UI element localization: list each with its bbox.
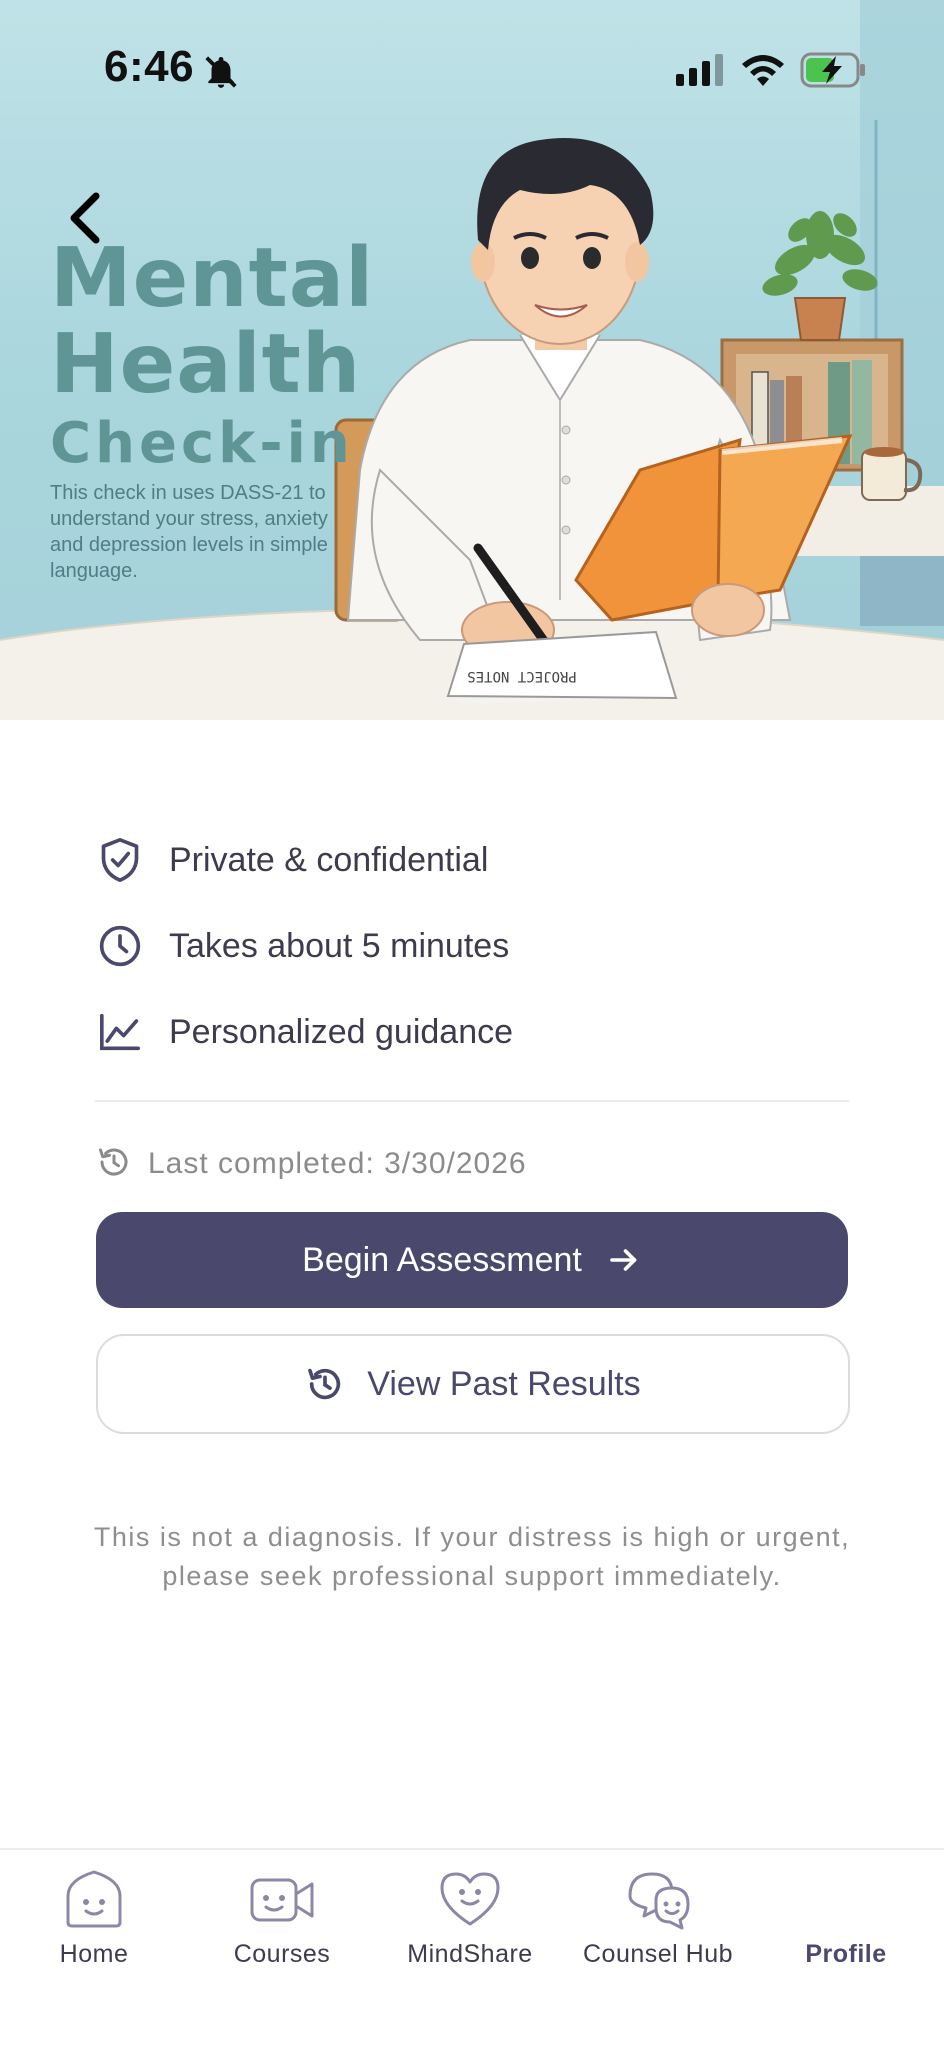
history-icon xyxy=(96,1144,132,1185)
cellular-signal-icon xyxy=(676,54,723,86)
feature-label: Personalized guidance xyxy=(169,1012,514,1051)
paper-text-line1: PROJECT NOTES xyxy=(467,668,577,684)
hero-banner: PROJECT NOTES 6:46 Mental Health Check-i… xyxy=(0,0,944,720)
disclaimer: This is not a diagnosis. If your distres… xyxy=(93,1522,851,1591)
home-face-icon xyxy=(66,1870,122,1928)
hero-description: This check in uses DASS-21 to understand… xyxy=(50,482,328,582)
hero-title-line2: Health xyxy=(50,317,362,412)
tab-profile[interactable]: Profile xyxy=(752,1850,940,2010)
last-completed-label: Last completed: 3/30/2026 xyxy=(148,1147,527,1180)
hero-title-line3: Check-in xyxy=(50,411,354,476)
begin-assessment-label: Begin Assessment xyxy=(302,1240,582,1279)
heart-face-icon xyxy=(440,1872,500,1926)
feature-label: Takes about 5 minutes xyxy=(169,926,510,965)
feature-label: Private & confidential xyxy=(169,840,489,879)
tab-courses[interactable]: Courses xyxy=(188,1850,376,2010)
tab-home-label: Home xyxy=(59,1940,129,1968)
view-past-results-label: View Past Results xyxy=(367,1364,641,1403)
tab-home[interactable]: Home xyxy=(0,1850,188,2010)
line-chart-icon xyxy=(96,1008,144,1056)
hero-title-line1: Mental xyxy=(50,231,375,326)
bell-slash-icon xyxy=(205,56,237,88)
tab-counsel-hub-label: Counsel Hub xyxy=(582,1940,734,1968)
divider xyxy=(95,1100,849,1102)
status-bar: 6:46 xyxy=(0,0,944,140)
feature-guidance: Personalized guidance xyxy=(96,1004,513,1060)
feature-private: Private & confidential xyxy=(96,832,488,888)
video-camera-face-icon xyxy=(250,1878,314,1922)
hero-title: Mental Health Check-in xyxy=(50,238,374,472)
view-past-results-button[interactable]: View Past Results xyxy=(96,1334,850,1434)
wifi-icon xyxy=(742,55,784,86)
history-icon xyxy=(305,1364,345,1404)
shield-check-icon xyxy=(96,836,144,884)
feature-duration: Takes about 5 minutes xyxy=(96,918,509,974)
tab-mindshare-label: MindShare xyxy=(407,1940,533,1968)
last-completed: Last completed: 3/30/2026 xyxy=(96,1144,527,1184)
arrow-right-icon xyxy=(606,1242,642,1278)
tab-courses-label: Courses xyxy=(233,1940,331,1968)
bottom-tab-bar: Home Courses MindShare Counsel Hub Profi… xyxy=(0,1848,944,2050)
tab-mindshare[interactable]: MindShare xyxy=(376,1850,564,2010)
begin-assessment-button[interactable]: Begin Assessment xyxy=(96,1212,848,1308)
status-time: 6:46 xyxy=(104,42,195,91)
tab-counsel-hub[interactable]: Counsel Hub xyxy=(564,1850,752,2010)
tab-profile-label: Profile xyxy=(805,1940,887,1968)
clock-icon xyxy=(96,922,144,970)
chat-bubbles-icon xyxy=(628,1872,690,1930)
battery-charging-icon xyxy=(800,52,865,88)
